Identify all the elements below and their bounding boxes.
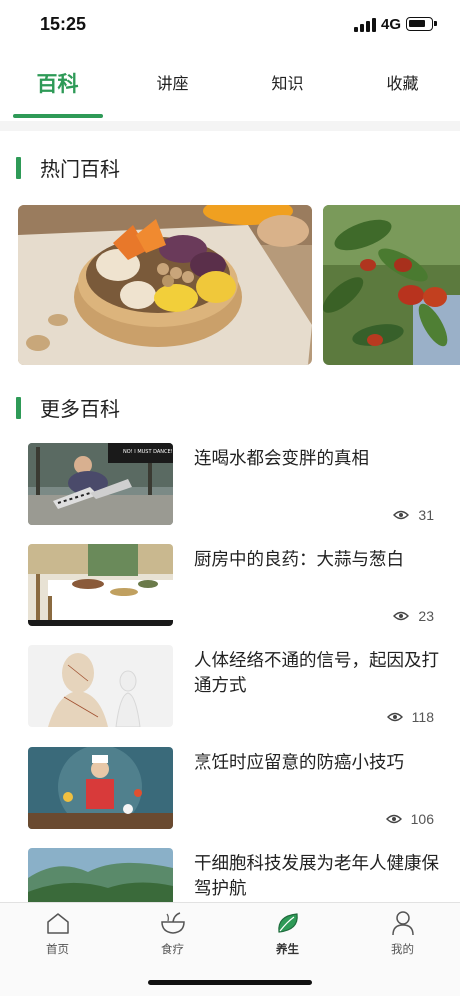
eye-icon — [385, 814, 402, 824]
section-title: 热门百科 — [40, 157, 120, 181]
view-count: 118 — [386, 709, 434, 725]
article-thumbnail — [28, 645, 173, 727]
status-time: 15:25 — [40, 14, 87, 34]
hot-card-steamer-food[interactable] — [18, 205, 312, 365]
article-thumbnail — [28, 848, 173, 902]
nav-label: 首页 — [46, 942, 69, 956]
view-count-value: 106 — [410, 811, 434, 827]
bowl-icon — [115, 909, 230, 937]
tab-favorites[interactable]: 收藏 — [345, 58, 460, 114]
list-item[interactable]: 厨房中的良药：大蒜与葱白 23 — [28, 544, 448, 628]
leaf-icon — [230, 909, 345, 937]
article-thumbnail: NO! I MUST DANCE! — [28, 443, 173, 525]
nav-wellness[interactable]: 养生 — [230, 909, 345, 957]
user-icon — [345, 909, 460, 937]
network-type: 4G — [381, 16, 402, 33]
nav-diet-therapy[interactable]: 食疗 — [115, 909, 230, 957]
thumbnail-caption: NO! I MUST DANCE! — [123, 449, 173, 455]
view-count-value: 23 — [418, 608, 434, 624]
section-title: 更多百科 — [40, 397, 120, 421]
view-count: 106 — [385, 811, 434, 827]
eye-icon — [393, 510, 410, 520]
article-thumbnail — [28, 747, 173, 829]
divider — [0, 121, 460, 131]
tab-knowledge[interactable]: 知识 — [230, 58, 345, 114]
article-title: 厨房中的良药：大蒜与葱白 — [194, 550, 404, 570]
home-indicator — [148, 980, 312, 985]
list-item[interactable]: NO! I MUST DANCE! 连喝水都会变胖的真相 31 — [28, 443, 448, 527]
list-item[interactable]: 人体经络不通的信号，起因及打通方式 118 — [28, 645, 448, 729]
nav-label: 我的 — [391, 942, 414, 956]
signal-icon — [354, 18, 376, 32]
view-count-value: 118 — [411, 709, 434, 725]
article-title: 人体经络不通的信号，起因及打通方式 — [194, 651, 439, 696]
nav-label: 食疗 — [161, 942, 184, 956]
view-count: 31 — [393, 507, 434, 523]
tab-lectures[interactable]: 讲座 — [115, 58, 230, 114]
battery-icon — [406, 17, 437, 31]
list-item[interactable]: 干细胞科技发展为老年人健康保驾护航 — [28, 848, 448, 902]
top-tabs: 百科 讲座 知识 收藏 — [0, 58, 460, 120]
list-item[interactable]: 烹饪时应留意的防癌小技巧 106 — [28, 747, 448, 831]
article-title: 连喝水都会变胖的真相 — [194, 449, 369, 469]
hot-card-jujube[interactable] — [323, 205, 460, 365]
eye-icon — [393, 611, 410, 621]
tab-encyclopedia[interactable]: 百科 — [0, 58, 115, 114]
jujube-image — [323, 205, 460, 365]
article-thumbnail — [28, 544, 173, 626]
nav-profile[interactable]: 我的 — [345, 909, 460, 957]
steamer-food-image — [18, 205, 312, 365]
nav-label: 养生 — [276, 942, 299, 956]
nav-home[interactable]: 首页 — [0, 909, 115, 957]
active-tab-indicator — [13, 114, 103, 118]
view-count-value: 31 — [418, 507, 434, 523]
status-bar: 15:25 4G — [0, 0, 460, 50]
eye-icon — [386, 712, 403, 722]
article-title: 烹饪时应留意的防癌小技巧 — [194, 753, 404, 773]
house-icon — [0, 909, 115, 937]
view-count: 23 — [393, 608, 434, 624]
article-title: 干细胞科技发展为老年人健康保驾护航 — [194, 854, 439, 899]
